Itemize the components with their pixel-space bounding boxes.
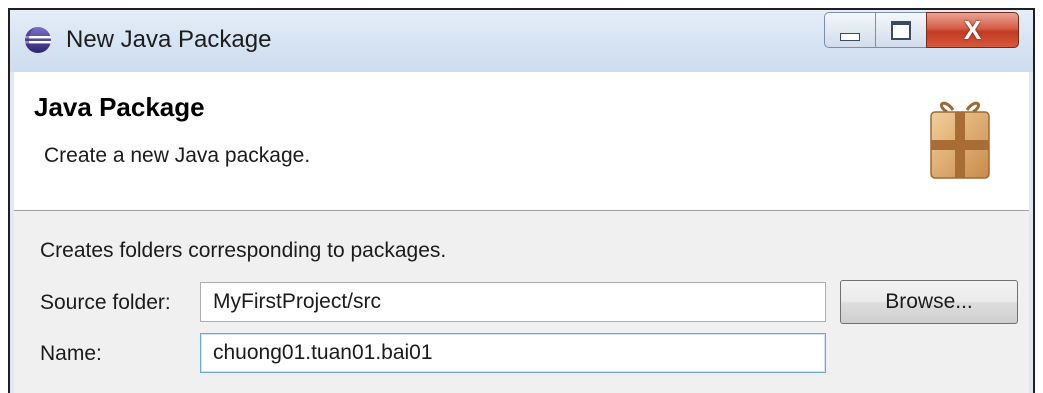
name-label: Name: xyxy=(40,342,102,365)
maximize-icon xyxy=(891,20,911,40)
source-folder-label: Source folder: xyxy=(40,291,171,314)
close-icon: X xyxy=(963,14,982,45)
eclipse-icon xyxy=(25,27,51,53)
browse-button[interactable]: Browse... xyxy=(840,280,1018,324)
wizard-body: Creates folders corresponding to package… xyxy=(14,211,1029,393)
minimize-button[interactable] xyxy=(824,12,876,48)
body-caption: Creates folders corresponding to package… xyxy=(40,239,447,262)
minimize-icon xyxy=(840,33,860,41)
wizard-header: Java Package Create a new Java package. xyxy=(14,72,1029,211)
package-name-field[interactable]: chuong01.tuan01.bai01 xyxy=(200,333,826,373)
page-title: Java Package xyxy=(34,92,205,122)
page-description: Create a new Java package. xyxy=(44,144,311,167)
package-icon xyxy=(930,101,990,179)
close-button[interactable]: X xyxy=(926,12,1019,48)
window-controls: X xyxy=(824,12,1019,50)
maximize-button[interactable] xyxy=(875,12,927,48)
source-folder-field[interactable]: MyFirstProject/src xyxy=(200,282,826,322)
title-bar[interactable]: New Java Package X xyxy=(10,10,1033,72)
new-java-package-dialog: New Java Package X Java Package Create a… xyxy=(8,8,1035,393)
window-title: New Java Package xyxy=(66,26,272,53)
